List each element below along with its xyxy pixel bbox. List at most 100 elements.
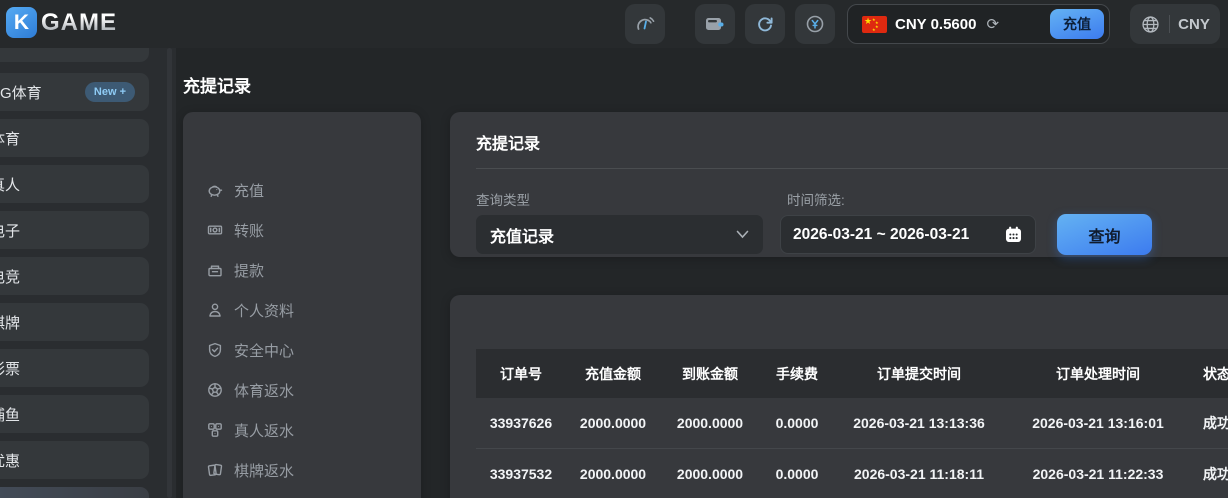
speed-gauge-icon <box>633 12 657 36</box>
sidebar-item-label: 体育 <box>0 128 20 149</box>
person-icon <box>207 302 223 318</box>
sidebar-item-active-partial[interactable] <box>0 487 149 498</box>
menu-item-label: 充值 <box>234 180 264 201</box>
menu-item-cards[interactable]: 棋牌返水 <box>197 450 407 490</box>
refresh-icon <box>753 12 777 36</box>
table-row: 339376262000.00002000.00000.00002026-03-… <box>476 398 1228 448</box>
table-cell: 33937626 <box>476 398 566 448</box>
table-header-cell: 订单号 <box>476 349 566 398</box>
logo-text: GAME <box>41 9 117 37</box>
menu-item-soccer-ball[interactable]: 体育返水 <box>197 370 407 410</box>
table-header-cell: 充值金额 <box>566 349 660 398</box>
table-header-cell: 手续费 <box>760 349 834 398</box>
sidebar-item-3[interactable]: 电子 <box>0 211 149 249</box>
page-title: 充提记录 <box>183 72 251 97</box>
currency-balance-pill[interactable]: ★ ★ ★ ★ ★ CNY 0.5600 ⟳ 充值 <box>847 4 1110 44</box>
table-cell: 2000.0000 <box>566 398 660 448</box>
table-cell: 2000.0000 <box>566 449 660 498</box>
sidebar-item-5[interactable]: 棋牌 <box>0 303 149 341</box>
menu-item-label: 个人资料 <box>234 300 294 321</box>
logo-k-icon: K <box>6 7 37 38</box>
sidebar-item-0[interactable]: KG体育 New + <box>0 73 149 111</box>
menu-item-label: 转账 <box>234 220 264 241</box>
filter-card-title: 充提记录 <box>476 130 540 154</box>
piggy-bank-icon <box>207 182 223 198</box>
menu-item-shield-check[interactable]: 安全中心 <box>197 330 407 370</box>
sidebar-item-label: 捕鱼 <box>0 404 20 425</box>
table-cell: 2000.0000 <box>660 398 760 448</box>
table-cell: 2026-03-21 13:16:01 <box>1004 398 1192 448</box>
sidebar-item-6[interactable]: 彩票 <box>0 349 149 387</box>
cash-register-icon <box>207 262 223 278</box>
menu-item-gamepad[interactable]: 电竞返水 <box>197 490 407 498</box>
menu-item-piggy-bank[interactable]: 充值 <box>197 170 407 210</box>
sidebar-item-4[interactable]: 电竞 <box>0 257 149 295</box>
speed-gauge-button[interactable] <box>625 4 665 44</box>
table-header-cell: 订单提交时间 <box>834 349 1004 398</box>
refresh-button[interactable] <box>745 4 785 44</box>
menu-item-dice[interactable]: 真人返水 <box>197 410 407 450</box>
filter-card: 充提记录 查询类型 时间筛选: 充值记录 2026-03-21 ~ 2026-0… <box>450 112 1228 257</box>
top-bar: K GAME ★ ★ ★ ★ ★ <box>0 0 1228 48</box>
calendar-icon[interactable] <box>1004 225 1023 244</box>
query-type-select[interactable]: 充值记录 <box>476 215 763 254</box>
sidebar-item-label: KG体育 <box>0 82 42 103</box>
table-header-cell: 到账金额 <box>660 349 760 398</box>
menu-item-label: 棋牌返水 <box>234 460 294 481</box>
sidebar-item-label: 棋牌 <box>0 312 20 333</box>
language-currency-switcher[interactable]: CNY <box>1130 4 1220 44</box>
sidebar-item-label: 电竞 <box>0 266 20 287</box>
menu-item-label: 真人返水 <box>234 420 294 441</box>
date-range-value: 2026-03-21 ~ 2026-03-21 <box>793 226 969 244</box>
table-cell: 成功 <box>1192 449 1228 498</box>
table-cell: 2026-03-21 11:18:11 <box>834 449 1004 498</box>
cards-icon <box>207 462 223 478</box>
menu-item-label: 安全中心 <box>234 340 294 361</box>
selected-currency-label: CNY <box>1178 16 1210 33</box>
currency-exchange-button[interactable] <box>795 4 835 44</box>
currency-exchange-icon <box>803 12 827 36</box>
query-type-value: 充值记录 <box>490 223 554 247</box>
new-badge: New + <box>85 82 135 102</box>
sidebar-item-8[interactable]: 优惠 <box>0 441 149 479</box>
table-header-row: 订单号充值金额到账金额手续费订单提交时间订单处理时间状态 <box>476 349 1228 398</box>
sidebar-item-partial-top[interactable] <box>0 48 149 62</box>
time-filter-label: 时间筛选: <box>787 189 845 209</box>
account-menu-card: 充值转账提款个人资料安全中心体育返水真人返水棋牌返水电竞返水彩票返水 <box>183 112 421 498</box>
table-header-cell: 状态 <box>1192 349 1228 398</box>
soccer-ball-icon <box>207 382 223 398</box>
menu-item-label: 体育返水 <box>234 380 294 401</box>
sidebar-item-label: 彩票 <box>0 358 20 379</box>
query-type-label: 查询类型 <box>476 189 530 209</box>
menu-item-banknote[interactable]: 转账 <box>197 210 407 250</box>
divider <box>476 168 1228 169</box>
left-sidebar: KG体育 New + 体育真人电子电竞棋牌彩票捕鱼优惠 <box>0 48 176 498</box>
date-range-input[interactable]: 2026-03-21 ~ 2026-03-21 <box>780 215 1036 254</box>
sidebar-item-label: 电子 <box>0 220 20 241</box>
banknote-icon <box>207 222 223 238</box>
sidebar-item-label: 真人 <box>0 174 20 195</box>
deposit-button[interactable]: 充值 <box>1050 9 1104 39</box>
sidebar-item-2[interactable]: 真人 <box>0 165 149 203</box>
menu-item-person[interactable]: 个人资料 <box>197 290 407 330</box>
table-cell: 0.0000 <box>760 398 834 448</box>
sidebar-item-label: 优惠 <box>0 450 20 471</box>
table-cell: 2000.0000 <box>660 449 760 498</box>
sidebar-item-1[interactable]: 体育 <box>0 119 149 157</box>
rate-refresh-icon[interactable]: ⟳ <box>986 15 999 33</box>
menu-item-cash-register[interactable]: 提款 <box>197 250 407 290</box>
dice-icon <box>207 422 223 438</box>
chevron-down-icon <box>736 230 749 239</box>
table-cell: 0.0000 <box>760 449 834 498</box>
records-table: 订单号充值金额到账金额手续费订单提交时间订单处理时间状态339376262000… <box>476 349 1228 498</box>
sidebar-item-7[interactable]: 捕鱼 <box>0 395 149 433</box>
wallet-icon <box>703 12 727 36</box>
logo[interactable]: K GAME <box>6 7 117 38</box>
sidebar-scrollbar[interactable] <box>167 48 172 498</box>
wallet-button[interactable] <box>695 4 735 44</box>
main-content: 充提记录 充值转账提款个人资料安全中心体育返水真人返水棋牌返水电竞返水彩票返水 … <box>176 48 1228 498</box>
search-button[interactable]: 查询 <box>1057 214 1152 255</box>
table-header-cell: 订单处理时间 <box>1004 349 1192 398</box>
china-flag-icon: ★ ★ ★ ★ ★ <box>862 16 887 33</box>
table-cell: 33937532 <box>476 449 566 498</box>
